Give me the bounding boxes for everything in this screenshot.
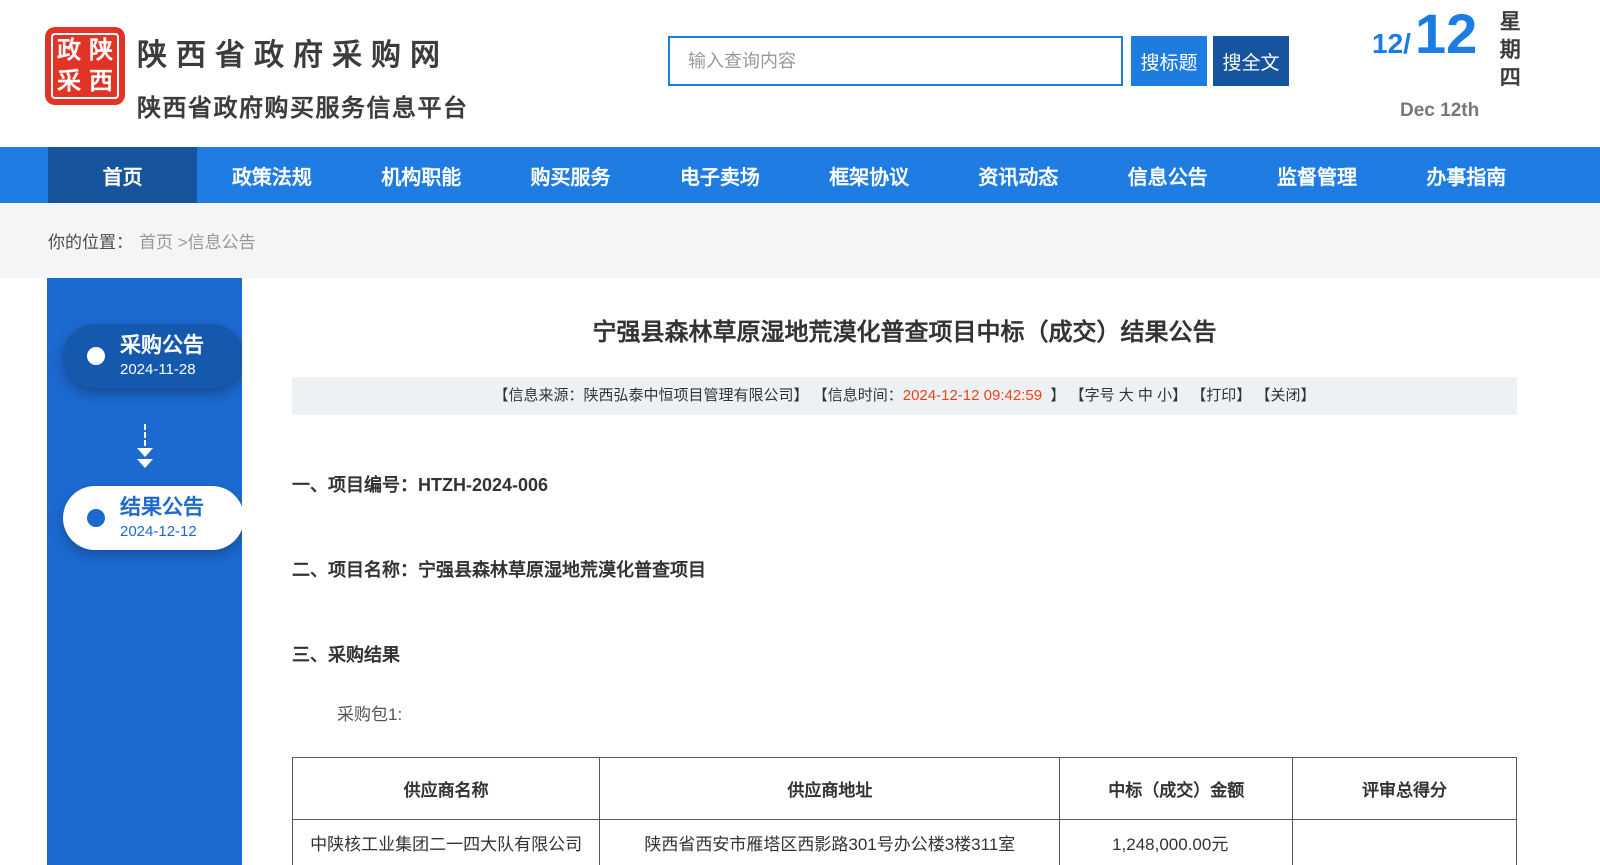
cell-review-score — [1292, 820, 1516, 865]
main-nav: 首页 政策法规 机构职能 购买服务 电子卖场 框架协议 资讯动态 信息公告 监督… — [0, 147, 1600, 203]
nav-item-functions[interactable]: 机构职能 — [347, 147, 496, 203]
cell-award-amount: 1,248,000.00元 — [1060, 820, 1293, 865]
info-time-value: 2024-12-12 09:42:59 — [903, 387, 1042, 404]
search-title-button[interactable]: 搜标题 — [1131, 36, 1207, 86]
cell-supplier-name: 中陕核工业集团二一四大队有限公司 — [293, 820, 600, 865]
article-panel: 宁强县森林草原湿地荒漠化普查项目中标（成交）结果公告 【信息来源：陕西弘泰中恒项… — [242, 278, 1600, 865]
step-title: 结果公告 — [120, 496, 204, 519]
nav-item-e-mall[interactable]: 电子卖场 — [645, 147, 794, 203]
seal-char: 采 — [53, 66, 85, 97]
date-month: 12/ — [1372, 28, 1411, 60]
section-result-heading: 三、采购结果 — [292, 641, 1517, 667]
breadcrumb-label: 你的位置： — [48, 228, 133, 253]
info-time-close: 】 — [1042, 387, 1065, 404]
site-subtitle: 陕西省政府购买服务信息平台 — [137, 88, 469, 123]
step-procurement-announcement[interactable]: 采购公告 2024-11-28 — [63, 324, 244, 388]
step-date: 2024-11-28 — [120, 361, 204, 378]
step-dot-icon — [87, 347, 105, 365]
table-row: 中陕核工业集团二一四大队有限公司 陕西省西安市雁塔区西影路301号办公楼3楼31… — [293, 820, 1517, 865]
nav-item-supervision[interactable]: 监督管理 — [1242, 147, 1391, 203]
seal-grid: 政 陕 采 西 — [51, 33, 119, 99]
table-header-supplier-name: 供应商名称 — [293, 758, 600, 820]
site-logo-seal-icon: 政 陕 采 西 — [45, 27, 125, 105]
site-titles: 陕西省政府采购网 陕西省政府购买服务信息平台 — [137, 30, 469, 123]
step-result-announcement[interactable]: 结果公告 2024-12-12 — [63, 486, 244, 550]
nav-item-policies[interactable]: 政策法规 — [197, 147, 346, 203]
breadcrumb-path[interactable]: 首页 >信息公告 — [139, 228, 256, 253]
nav-item-guide[interactable]: 办事指南 — [1392, 147, 1541, 203]
close-button[interactable]: 【关闭】 — [1255, 387, 1315, 404]
step-date: 2024-12-12 — [120, 523, 204, 540]
font-size-control[interactable]: 【字号 大 中 小】 — [1070, 387, 1188, 404]
nav-item-home[interactable]: 首页 — [48, 147, 197, 203]
page: 政 陕 采 西 陕西省政府采购网 陕西省政府购买服务信息平台 搜标题 搜全文 1… — [0, 0, 1600, 865]
section-project-number: 一、项目编号：HTZH-2024-006 — [292, 471, 1517, 497]
process-sidebar: 采购公告 2024-11-28 结果公告 2024-12-12 — [47, 278, 242, 865]
article-content: 宁强县森林草原湿地荒漠化普查项目中标（成交）结果公告 【信息来源：陕西弘泰中恒项… — [292, 312, 1517, 865]
nav-item-framework-agreement[interactable]: 框架协议 — [794, 147, 943, 203]
down-arrow-icon — [47, 424, 242, 468]
result-table: 供应商名称 供应商地址 中标（成交）金额 评审总得分 中陕核工业集团二一四大队有… — [292, 757, 1517, 865]
nav-item-announcements[interactable]: 信息公告 — [1093, 147, 1242, 203]
seal-char: 陕 — [85, 35, 117, 66]
table-header-supplier-address: 供应商地址 — [600, 758, 1060, 820]
section-project-name: 二、项目名称：宁强县森林草原湿地荒漠化普查项目 — [292, 556, 1517, 582]
date-weekday: 星期四 — [1493, 10, 1523, 94]
table-header-row: 供应商名称 供应商地址 中标（成交）金额 评审总得分 — [293, 758, 1517, 820]
seal-char: 政 — [53, 35, 85, 66]
step-dot-icon — [87, 509, 105, 527]
step-text: 结果公告 2024-12-12 — [120, 496, 204, 540]
seal-char: 西 — [85, 66, 117, 97]
step-title: 采购公告 — [120, 334, 204, 357]
date-english: Dec 12th — [1400, 100, 1552, 122]
table-header-review-score: 评审总得分 — [1292, 758, 1516, 820]
article-title: 宁强县森林草原湿地荒漠化普查项目中标（成交）结果公告 — [292, 312, 1517, 347]
date-top: 12/ 12 星期四 — [1372, 6, 1552, 94]
search-fulltext-button[interactable]: 搜全文 — [1213, 36, 1289, 86]
table-header-award-amount: 中标（成交）金额 — [1060, 758, 1293, 820]
cell-supplier-address: 陕西省西安市雁塔区西影路301号办公楼3楼311室 — [600, 820, 1060, 865]
site-title: 陕西省政府采购网 — [137, 30, 469, 74]
date-day: 12 — [1415, 6, 1477, 62]
date-widget: 12/ 12 星期四 Dec 12th — [1372, 6, 1552, 122]
package-label: 采购包1: — [337, 700, 1517, 725]
search-input[interactable] — [668, 36, 1123, 86]
print-button[interactable]: 【打印】 — [1191, 387, 1251, 404]
article-meta-bar: 【信息来源：陕西弘泰中恒项目管理有限公司】 【信息时间：2024-12-12 0… — [292, 377, 1517, 415]
search-bar: 搜标题 搜全文 — [668, 36, 1289, 86]
breadcrumb-bar: 你的位置： 首页 >信息公告 — [0, 203, 1600, 278]
info-time-label: 【信息时间： — [813, 387, 903, 404]
site-header: 政 陕 采 西 陕西省政府采购网 陕西省政府购买服务信息平台 搜标题 搜全文 1… — [0, 0, 1600, 147]
nav-item-purchase-services[interactable]: 购买服务 — [496, 147, 645, 203]
info-source: 【信息来源：陕西弘泰中恒项目管理有限公司】 — [494, 387, 809, 404]
step-text: 采购公告 2024-11-28 — [120, 334, 204, 378]
breadcrumb: 你的位置： 首页 >信息公告 — [48, 203, 256, 278]
nav-item-news[interactable]: 资讯动态 — [944, 147, 1093, 203]
